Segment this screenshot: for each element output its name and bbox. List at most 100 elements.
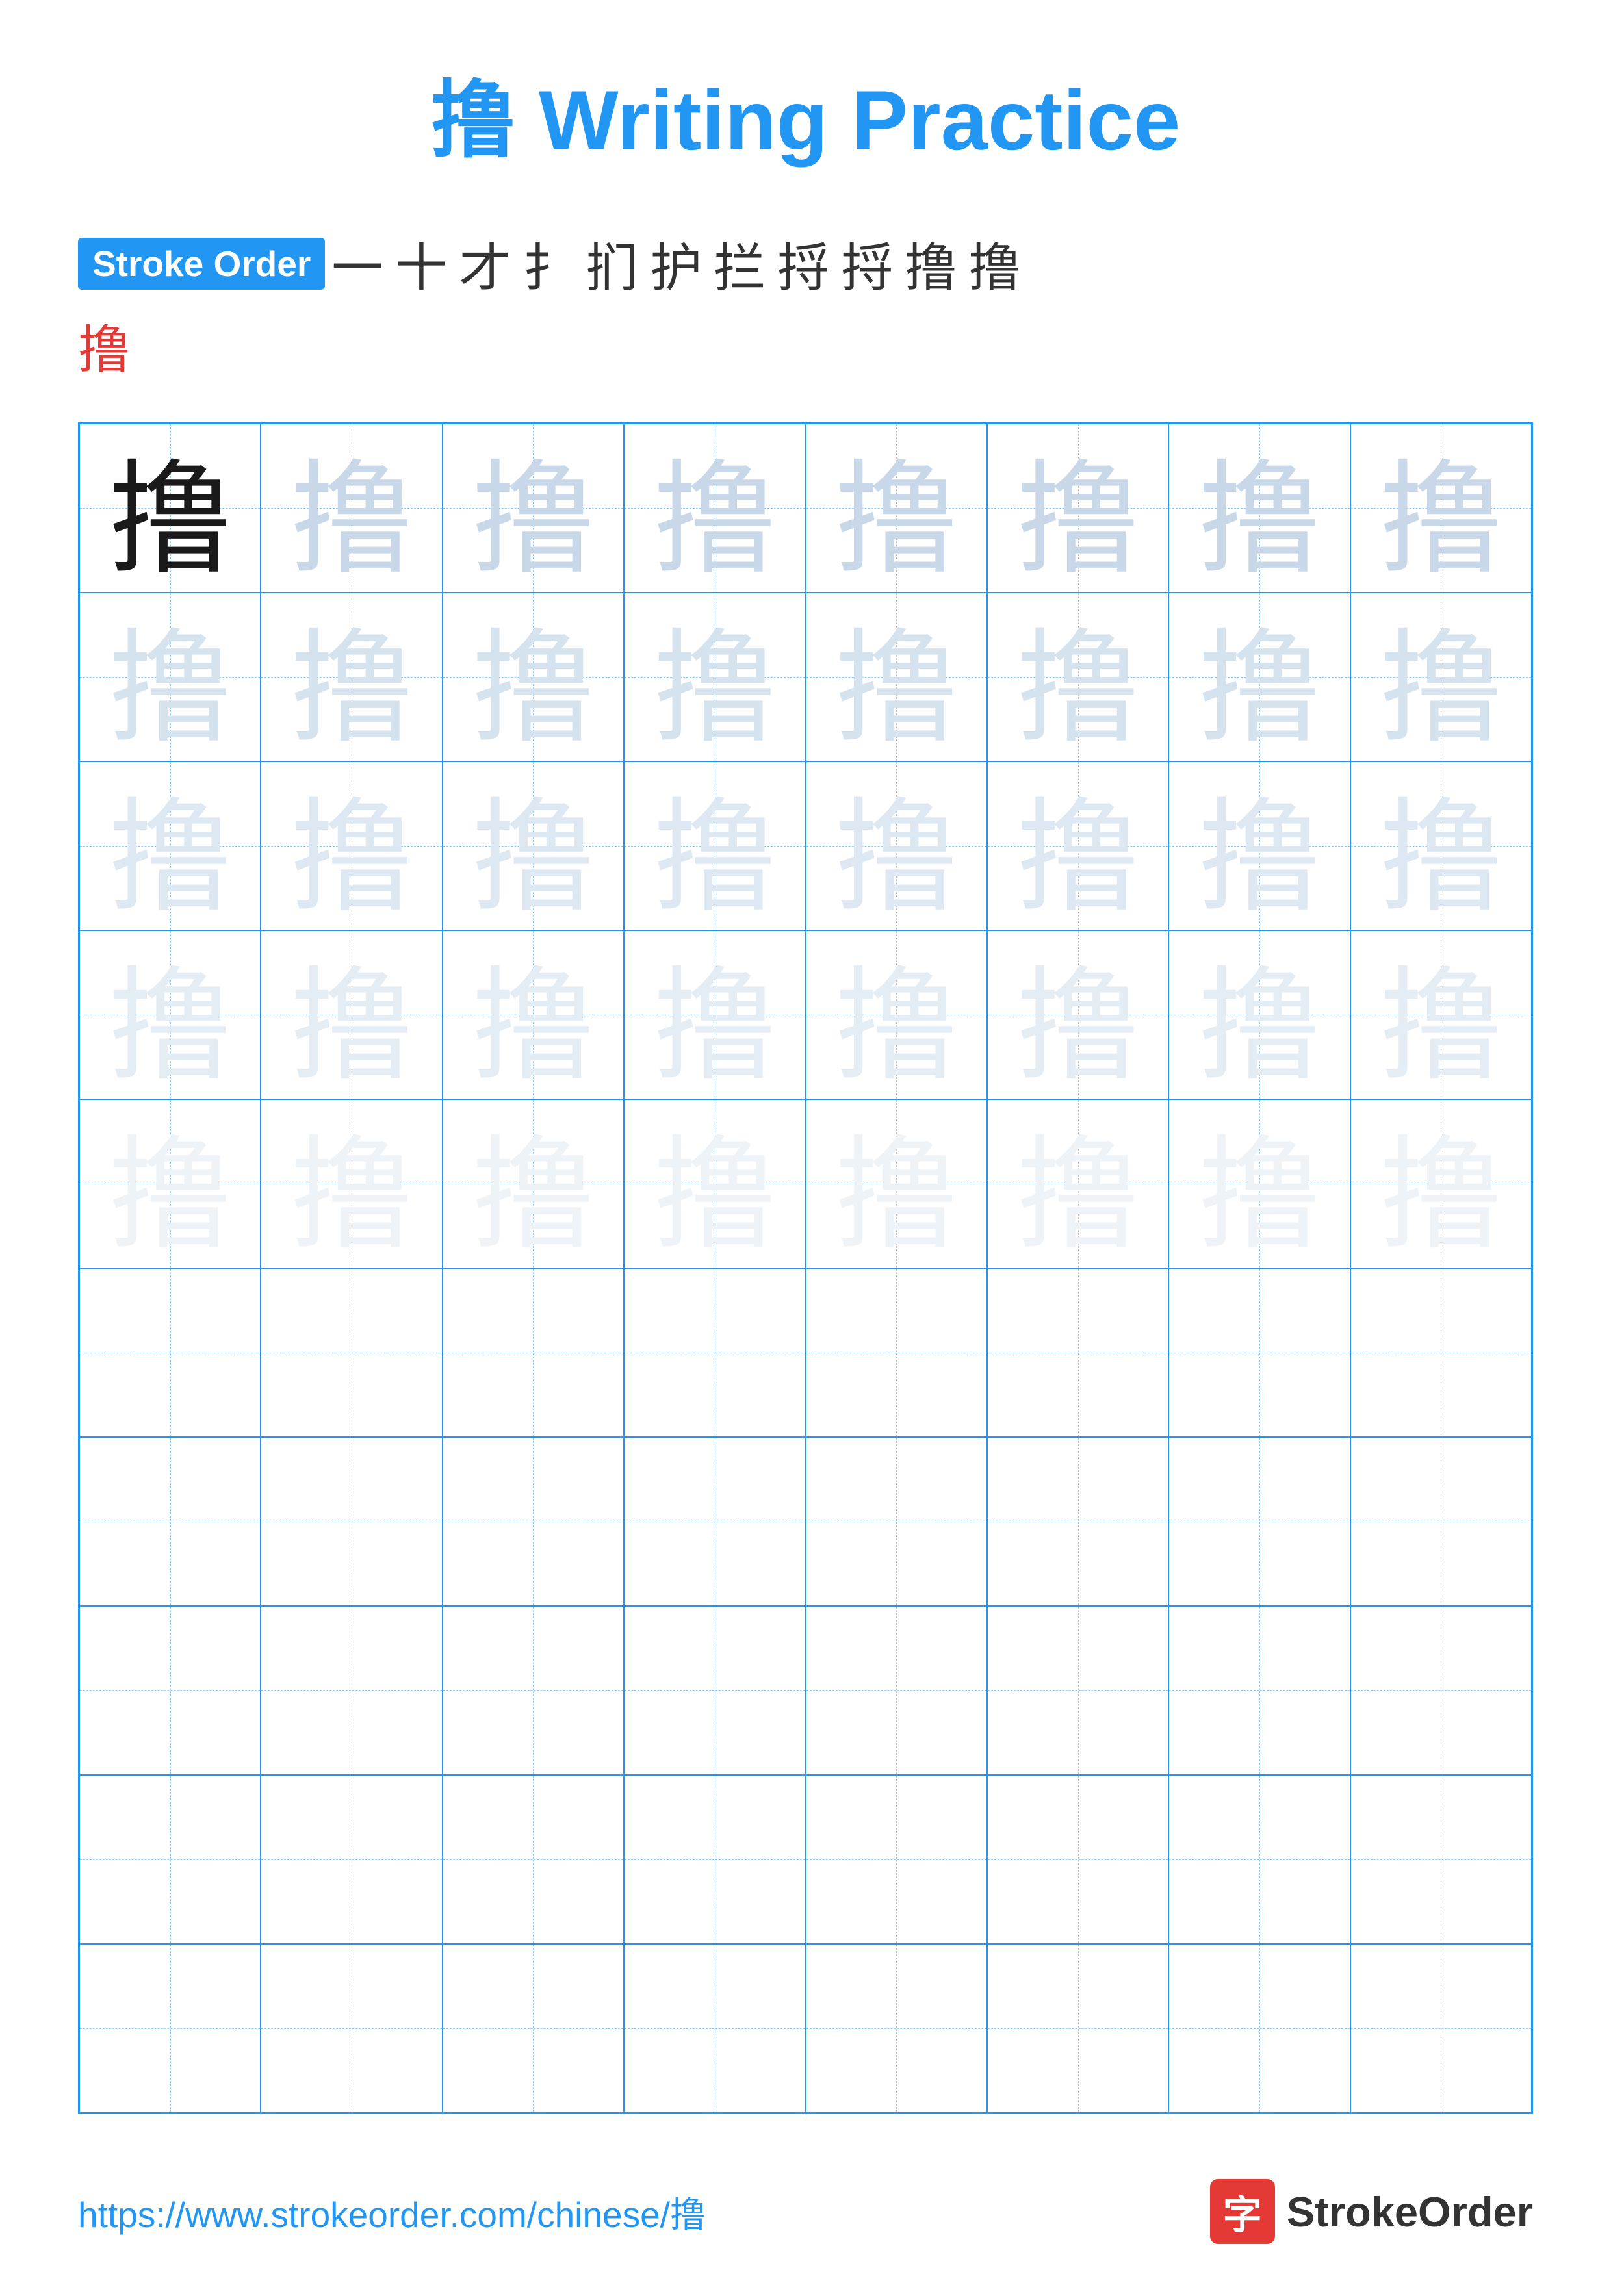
grid-cell-r1c1[interactable]: 撸 bbox=[79, 424, 261, 593]
grid-cell-r3c4[interactable]: 撸 bbox=[624, 761, 805, 930]
grid-cell-r2c6[interactable]: 撸 bbox=[987, 593, 1168, 761]
grid-cell-r1c7[interactable]: 撸 bbox=[1168, 424, 1350, 593]
stroke-final-char: 撸 bbox=[78, 322, 130, 379]
grid-cell-r8c1[interactable] bbox=[79, 1606, 261, 1775]
char-r3c5: 撸 bbox=[834, 761, 958, 930]
char-r1c4: 撸 bbox=[653, 424, 777, 593]
grid-cell-r4c8[interactable]: 撸 bbox=[1350, 930, 1532, 1099]
grid-cell-r5c7[interactable]: 撸 bbox=[1168, 1099, 1350, 1268]
grid-cell-r9c5[interactable] bbox=[806, 1775, 987, 1944]
grid-cell-r10c8[interactable] bbox=[1350, 1944, 1532, 2113]
grid-cell-r5c4[interactable]: 撸 bbox=[624, 1099, 805, 1268]
grid-cell-r10c2[interactable] bbox=[261, 1944, 442, 2113]
grid-cell-r10c6[interactable] bbox=[987, 1944, 1168, 2113]
grid-cell-r1c5[interactable]: 撸 bbox=[806, 424, 987, 593]
grid-cell-r3c3[interactable]: 撸 bbox=[443, 761, 624, 930]
grid-cell-r2c3[interactable]: 撸 bbox=[443, 593, 624, 761]
grid-cell-r3c5[interactable]: 撸 bbox=[806, 761, 987, 930]
char-r1c3: 撸 bbox=[471, 424, 595, 593]
grid-cell-r9c7[interactable] bbox=[1168, 1775, 1350, 1944]
grid-cell-r3c6[interactable]: 撸 bbox=[987, 761, 1168, 930]
grid-cell-r10c4[interactable] bbox=[624, 1944, 805, 2113]
char-r1c6: 撸 bbox=[1016, 424, 1140, 593]
grid-cell-r6c5[interactable] bbox=[806, 1268, 987, 1437]
grid-cell-r4c6[interactable]: 撸 bbox=[987, 930, 1168, 1099]
grid-cell-r1c3[interactable]: 撸 bbox=[443, 424, 624, 593]
grid-cell-r9c6[interactable] bbox=[987, 1775, 1168, 1944]
grid-cell-r3c1[interactable]: 撸 bbox=[79, 761, 261, 930]
grid-cell-r1c6[interactable]: 撸 bbox=[987, 424, 1168, 593]
grid-cell-r5c2[interactable]: 撸 bbox=[261, 1099, 442, 1268]
char-r4c5: 撸 bbox=[834, 930, 958, 1099]
grid-cell-r7c2[interactable] bbox=[261, 1437, 442, 1606]
grid-cell-r8c7[interactable] bbox=[1168, 1606, 1350, 1775]
grid-cell-r6c7[interactable] bbox=[1168, 1268, 1350, 1437]
grid-cell-r7c4[interactable] bbox=[624, 1437, 805, 1606]
grid-cell-r9c8[interactable] bbox=[1350, 1775, 1532, 1944]
char-r1c7: 撸 bbox=[1198, 424, 1321, 593]
grid-cell-r8c8[interactable] bbox=[1350, 1606, 1532, 1775]
grid-cell-r9c4[interactable] bbox=[624, 1775, 805, 1944]
grid-cell-r4c5[interactable]: 撸 bbox=[806, 930, 987, 1099]
grid-cell-r3c7[interactable]: 撸 bbox=[1168, 761, 1350, 930]
grid-cell-r10c1[interactable] bbox=[79, 1944, 261, 2113]
grid-cell-r7c7[interactable] bbox=[1168, 1437, 1350, 1606]
grid-cell-r10c3[interactable] bbox=[443, 1944, 624, 2113]
grid-cell-r4c2[interactable]: 撸 bbox=[261, 930, 442, 1099]
char-r5c3: 撸 bbox=[471, 1099, 595, 1268]
grid-cell-r10c5[interactable] bbox=[806, 1944, 987, 2113]
grid-cell-r5c6[interactable]: 撸 bbox=[987, 1099, 1168, 1268]
grid-cell-r7c5[interactable] bbox=[806, 1437, 987, 1606]
grid-cell-r8c4[interactable] bbox=[624, 1606, 805, 1775]
grid-cell-r2c2[interactable]: 撸 bbox=[261, 593, 442, 761]
grid-cell-r9c1[interactable] bbox=[79, 1775, 261, 1944]
char-r2c7: 撸 bbox=[1198, 593, 1321, 761]
stroke-order-section: Stroke Order 一 十 才 扌 扪 护 拦 捋 捋 撸 撸 撸 bbox=[78, 226, 1533, 383]
grid-cell-r6c4[interactable] bbox=[624, 1268, 805, 1437]
grid-cell-r8c2[interactable] bbox=[261, 1606, 442, 1775]
stroke-order-row: Stroke Order 一 十 才 扌 扪 护 拦 捋 捋 撸 撸 bbox=[78, 226, 1533, 301]
grid-cell-r4c1[interactable]: 撸 bbox=[79, 930, 261, 1099]
grid-cell-r8c5[interactable] bbox=[806, 1606, 987, 1775]
grid-cell-r2c5[interactable]: 撸 bbox=[806, 593, 987, 761]
char-r3c3: 撸 bbox=[471, 761, 595, 930]
grid-cell-r3c2[interactable]: 撸 bbox=[261, 761, 442, 930]
grid-cell-r10c7[interactable] bbox=[1168, 1944, 1350, 2113]
grid-cell-r6c1[interactable] bbox=[79, 1268, 261, 1437]
grid-cell-r9c3[interactable] bbox=[443, 1775, 624, 1944]
grid-cell-r8c6[interactable] bbox=[987, 1606, 1168, 1775]
grid-cell-r6c3[interactable] bbox=[443, 1268, 624, 1437]
grid-cell-r2c8[interactable]: 撸 bbox=[1350, 593, 1532, 761]
grid-cell-r9c2[interactable] bbox=[261, 1775, 442, 1944]
grid-cell-r5c8[interactable]: 撸 bbox=[1350, 1099, 1532, 1268]
grid-cell-r1c4[interactable]: 撸 bbox=[624, 424, 805, 593]
char-r5c2: 撸 bbox=[290, 1099, 413, 1268]
grid-cell-r5c1[interactable]: 撸 bbox=[79, 1099, 261, 1268]
grid-cell-r7c8[interactable] bbox=[1350, 1437, 1532, 1606]
char-r5c1: 撸 bbox=[109, 1099, 232, 1268]
grid-cell-r4c7[interactable]: 撸 bbox=[1168, 930, 1350, 1099]
footer: https://www.strokeorder.com/chinese/撸 字 … bbox=[78, 2166, 1533, 2244]
char-r4c1: 撸 bbox=[109, 930, 232, 1099]
grid-cell-r4c3[interactable]: 撸 bbox=[443, 930, 624, 1099]
grid-cell-r1c2[interactable]: 撸 bbox=[261, 424, 442, 593]
stroke-8: 捋 bbox=[777, 226, 829, 301]
grid-cell-r2c4[interactable]: 撸 bbox=[624, 593, 805, 761]
char-r4c7: 撸 bbox=[1198, 930, 1321, 1099]
grid-cell-r5c5[interactable]: 撸 bbox=[806, 1099, 987, 1268]
grid-cell-r8c3[interactable] bbox=[443, 1606, 624, 1775]
grid-cell-r6c2[interactable] bbox=[261, 1268, 442, 1437]
grid-cell-r3c8[interactable]: 撸 bbox=[1350, 761, 1532, 930]
grid-cell-r7c3[interactable] bbox=[443, 1437, 624, 1606]
stroke-chars: 一 十 才 扌 扪 护 拦 捋 捋 撸 撸 bbox=[331, 226, 1020, 301]
grid-cell-r4c4[interactable]: 撸 bbox=[624, 930, 805, 1099]
grid-cell-r7c6[interactable] bbox=[987, 1437, 1168, 1606]
grid-cell-r1c8[interactable]: 撸 bbox=[1350, 424, 1532, 593]
char-r5c6: 撸 bbox=[1016, 1099, 1140, 1268]
grid-cell-r2c7[interactable]: 撸 bbox=[1168, 593, 1350, 761]
grid-cell-r2c1[interactable]: 撸 bbox=[79, 593, 261, 761]
grid-cell-r6c8[interactable] bbox=[1350, 1268, 1532, 1437]
grid-cell-r6c6[interactable] bbox=[987, 1268, 1168, 1437]
grid-cell-r7c1[interactable] bbox=[79, 1437, 261, 1606]
grid-cell-r5c3[interactable]: 撸 bbox=[443, 1099, 624, 1268]
